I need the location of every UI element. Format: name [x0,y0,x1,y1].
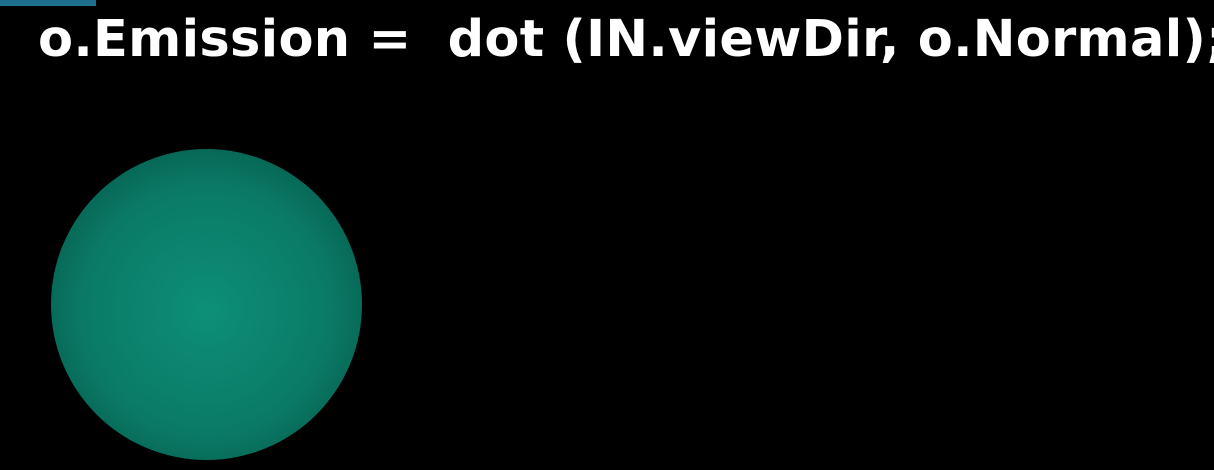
slide-canvas: o.Emission = dot (IN.viewDir, o.Normal); [0,0,1214,470]
code-line-title: o.Emission = dot (IN.viewDir, o.Normal); [38,10,1214,69]
emission-sphere [51,149,362,460]
corner-accent-bar [0,0,96,6]
